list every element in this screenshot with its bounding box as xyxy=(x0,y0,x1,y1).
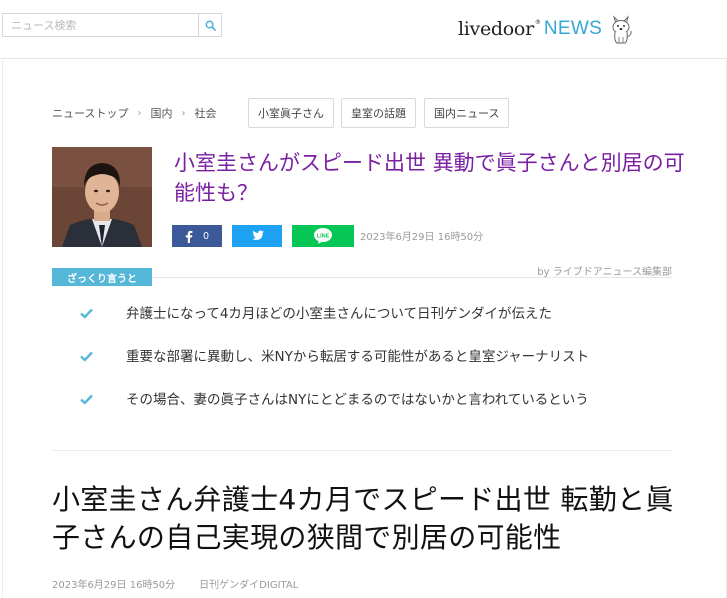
summary-list: 弁護士になって4カ月ほどの小室圭さんについて日刊ゲンダイが伝えた 重要な部署に異… xyxy=(80,304,700,433)
checkmark-icon xyxy=(80,308,93,319)
mascot-dog-icon xyxy=(612,15,632,44)
article-title: 小室圭さんがスピード出世 異動で眞子さんと別居の可能性も？ xyxy=(174,151,685,205)
twitter-share-button[interactable] xyxy=(232,225,282,247)
article-thumbnail[interactable] xyxy=(52,147,152,247)
summary-label: ざっくり言うと xyxy=(52,268,152,286)
source-article-date: 2023年6月29日 16時50分 xyxy=(52,580,176,591)
search-input[interactable] xyxy=(3,14,199,36)
checkmark-icon xyxy=(80,351,93,362)
twitter-bird-icon xyxy=(251,230,264,240)
breadcrumb-domestic[interactable]: 国内 xyxy=(150,105,172,121)
facebook-icon xyxy=(186,230,193,243)
list-item: 弁護士になって4カ月ほどの小室圭さんについて日刊ゲンダイが伝えた xyxy=(80,304,700,347)
portrait-image xyxy=(52,147,152,247)
summary-point-1: 弁護士になって4カ月ほどの小室圭さんについて日刊ゲンダイが伝えた xyxy=(126,306,553,322)
checkmark-icon xyxy=(80,394,93,405)
section-divider xyxy=(52,450,672,451)
breadcrumb: ニューストップ › 国内 › 社会 xyxy=(52,98,216,128)
search-button[interactable] xyxy=(198,14,221,36)
line-share-button[interactable]: LINE xyxy=(292,225,354,247)
svg-text:LINE: LINE xyxy=(317,234,330,240)
summary-point-3: その場合、妻の眞子さんはNYにとどまるのではないかと言われているという xyxy=(126,392,589,408)
facebook-share-button[interactable]: 0 xyxy=(172,225,222,247)
source-article-meta: 2023年6月29日 16時50分 日刊ゲンダイDIGITAL xyxy=(52,576,298,591)
site-logo[interactable]: livedoor ® NEWS xyxy=(458,14,634,44)
logo-brand: livedoor xyxy=(458,18,534,40)
summary-point-2: 重要な部署に異動し、米NYから転居する可能性があると皇室ジャーナリスト xyxy=(126,349,590,365)
search-box xyxy=(2,13,222,37)
tag-domestic-news[interactable]: 国内ニュース xyxy=(424,98,510,128)
source-article-headline: 小室圭さん弁護士4カ月でスピード出世 転勤と眞子さんの自己実現の狭間で別居の可能… xyxy=(52,483,674,554)
list-item: その場合、妻の眞子さんはNYにとどまるのではないかと言われているという xyxy=(80,390,700,433)
source-name[interactable]: 日刊ゲンダイDIGITAL xyxy=(199,576,298,591)
tag-imperial[interactable]: 皇室の話題 xyxy=(341,98,416,128)
breadcrumb-news-top[interactable]: ニューストップ xyxy=(52,105,128,121)
line-icon: LINE xyxy=(314,228,332,244)
chevron-right-icon: › xyxy=(137,107,142,119)
article-date: 2023年6月29日 16時50分 xyxy=(360,232,484,243)
site-header: livedoor ® NEWS xyxy=(0,0,727,59)
tag-mako[interactable]: 小室眞子さん xyxy=(248,98,334,128)
logo-news: NEWS xyxy=(543,18,603,39)
breadcrumb-society[interactable]: 社会 xyxy=(194,105,216,121)
facebook-share-count: 0 xyxy=(203,230,209,242)
list-item: 重要な部署に異動し、米NYから転居する可能性があると皇室ジャーナリスト xyxy=(80,347,700,390)
logo-registered: ® xyxy=(534,18,541,26)
search-icon xyxy=(205,20,216,31)
byline[interactable]: by ライブドアニュース編集部 xyxy=(537,263,672,278)
chevron-right-icon: › xyxy=(181,107,186,119)
